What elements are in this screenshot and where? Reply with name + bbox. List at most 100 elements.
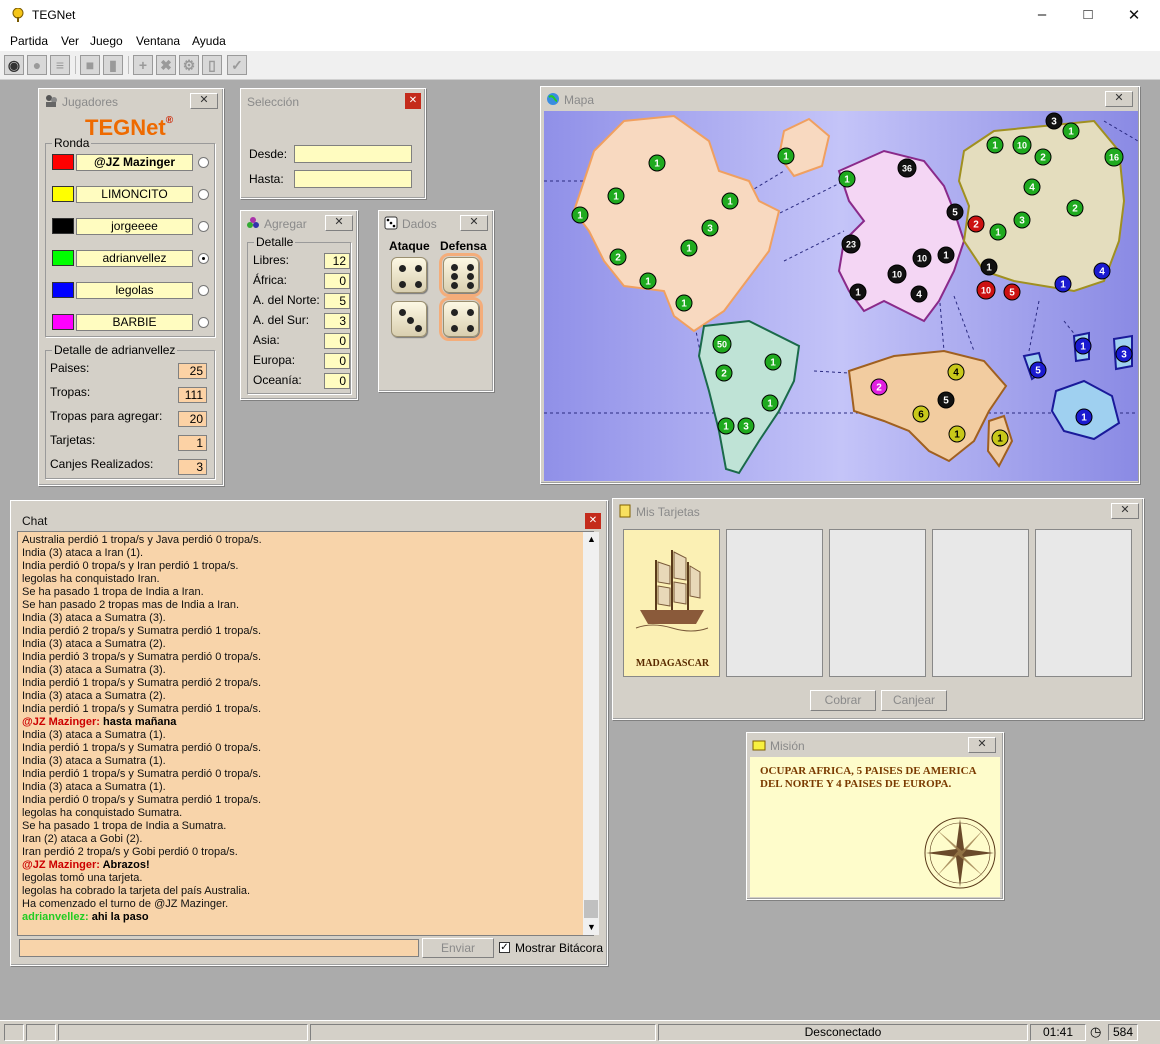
army-token[interactable]: 2: [1034, 148, 1052, 166]
minimize-icon[interactable]: –: [1032, 6, 1052, 23]
army-token[interactable]: 23: [841, 234, 861, 254]
list-icon[interactable]: ≡: [50, 55, 70, 75]
army-token[interactable]: 1: [721, 192, 739, 210]
chat-input[interactable]: [19, 939, 419, 957]
army-token[interactable]: 10: [1012, 135, 1032, 155]
army-token[interactable]: 5: [946, 203, 964, 221]
army-token[interactable]: 5: [1003, 283, 1021, 301]
jugadores-close-button[interactable]: ✕: [190, 93, 218, 109]
menu-ventana[interactable]: Ventana: [136, 34, 180, 48]
army-token[interactable]: 2: [967, 215, 985, 233]
army-token[interactable]: 1: [980, 258, 998, 276]
army-token[interactable]: 10: [887, 264, 907, 284]
player-radio[interactable]: [198, 221, 209, 232]
army-token[interactable]: 1: [777, 147, 795, 165]
cobrar-button[interactable]: Cobrar: [810, 690, 876, 711]
army-token[interactable]: 1: [680, 239, 698, 257]
world-map[interactable]: 1111312111501211 313652310 1101 4110 521 1021…: [544, 111, 1138, 481]
attack-icon[interactable]: ✖: [156, 55, 176, 75]
menu-ver[interactable]: Ver: [61, 34, 79, 48]
menu-ayuda[interactable]: Ayuda: [192, 34, 226, 48]
army-token[interactable]: 1: [948, 425, 966, 443]
army-token[interactable]: 10: [912, 248, 932, 268]
army-token[interactable]: 1: [675, 294, 693, 312]
army-token[interactable]: 1: [1074, 337, 1092, 355]
agregar-close-button[interactable]: ✕: [325, 215, 353, 231]
player-radio[interactable]: [198, 253, 209, 264]
chat-close-button[interactable]: ✕: [585, 513, 601, 529]
army-token[interactable]: 4: [910, 285, 928, 303]
army-token[interactable]: 3: [1013, 211, 1031, 229]
enviar-button[interactable]: Enviar: [422, 938, 494, 958]
bitacora-checkbox[interactable]: ✓: [499, 942, 510, 953]
seleccion-close-button[interactable]: ✕: [405, 93, 421, 109]
army-token[interactable]: 1: [937, 246, 955, 264]
army-token[interactable]: 3: [1045, 112, 1063, 130]
close-icon[interactable]: ✕: [1124, 6, 1144, 24]
army-token[interactable]: 4: [1093, 262, 1111, 280]
army-token[interactable]: 5: [1029, 361, 1047, 379]
player-radio[interactable]: [198, 189, 209, 200]
gear-icon[interactable]: ⚙: [179, 55, 199, 75]
army-token[interactable]: 1: [838, 170, 856, 188]
army-token[interactable]: 5: [937, 391, 955, 409]
army-token[interactable]: 1: [639, 272, 657, 290]
mapa-close-button[interactable]: ✕: [1105, 91, 1133, 107]
disconnect-icon[interactable]: ●: [27, 55, 47, 75]
army-token[interactable]: 1: [1062, 122, 1080, 140]
army-token[interactable]: 2: [715, 364, 733, 382]
army-token[interactable]: 1: [1075, 408, 1093, 426]
army-token[interactable]: 4: [947, 363, 965, 381]
square2-icon[interactable]: ▮: [103, 55, 123, 75]
army-token[interactable]: 6: [912, 405, 930, 423]
cards-icon[interactable]: ▯: [202, 55, 222, 75]
army-token[interactable]: 16: [1104, 147, 1124, 167]
army-token[interactable]: 1: [717, 417, 735, 435]
canjear-button[interactable]: Canjear: [881, 690, 947, 711]
country-card[interactable]: [1035, 529, 1132, 677]
player-radio[interactable]: [198, 285, 209, 296]
menu-partida[interactable]: Partida: [10, 34, 48, 48]
tarjetas-close-button[interactable]: ✕: [1111, 503, 1139, 519]
army-token[interactable]: 1: [991, 429, 1009, 447]
check-icon[interactable]: ✓: [227, 55, 247, 75]
add-icon[interactable]: +: [133, 55, 153, 75]
army-token[interactable]: 1: [986, 136, 1004, 154]
army-token[interactable]: 1: [1054, 275, 1072, 293]
army-token[interactable]: 2: [609, 248, 627, 266]
army-token[interactable]: 1: [764, 353, 782, 371]
player-radio[interactable]: [198, 317, 209, 328]
scroll-down-icon[interactable]: ▼: [587, 922, 596, 932]
army-token[interactable]: 4: [1023, 178, 1041, 196]
scroll-up-icon[interactable]: ▲: [587, 534, 596, 544]
army-token[interactable]: 1: [571, 206, 589, 224]
chat-scrollbar[interactable]: ▲ ▼: [583, 532, 599, 935]
country-card[interactable]: [932, 529, 1029, 677]
army-token[interactable]: 1: [849, 283, 867, 301]
mision-close-button[interactable]: ✕: [968, 737, 996, 753]
country-card[interactable]: [726, 529, 823, 677]
army-token[interactable]: 3: [701, 219, 719, 237]
dados-close-button[interactable]: ✕: [460, 215, 488, 231]
country-card[interactable]: MADAGASCAR: [623, 529, 720, 677]
desde-field[interactable]: [294, 145, 412, 163]
hasta-field[interactable]: [294, 170, 412, 188]
chat-log[interactable]: Australia perdió 1 tropa/s y Java perdió…: [17, 531, 594, 936]
player-radio[interactable]: [198, 157, 209, 168]
square-icon[interactable]: ■: [80, 55, 100, 75]
army-token[interactable]: 36: [897, 158, 917, 178]
army-token[interactable]: 2: [870, 378, 888, 396]
army-token[interactable]: 50: [712, 334, 732, 354]
connect-icon[interactable]: ◉: [4, 55, 24, 75]
army-token[interactable]: 1: [607, 187, 625, 205]
army-token[interactable]: 3: [1115, 345, 1133, 363]
menu-juego[interactable]: Juego: [90, 34, 123, 48]
maximize-icon[interactable]: □: [1078, 6, 1098, 23]
army-token[interactable]: 10: [976, 280, 996, 300]
army-token[interactable]: 3: [737, 417, 755, 435]
army-token[interactable]: 1: [989, 223, 1007, 241]
army-token[interactable]: 1: [761, 394, 779, 412]
army-token[interactable]: 2: [1066, 199, 1084, 217]
country-card[interactable]: [829, 529, 926, 677]
army-token[interactable]: 1: [648, 154, 666, 172]
